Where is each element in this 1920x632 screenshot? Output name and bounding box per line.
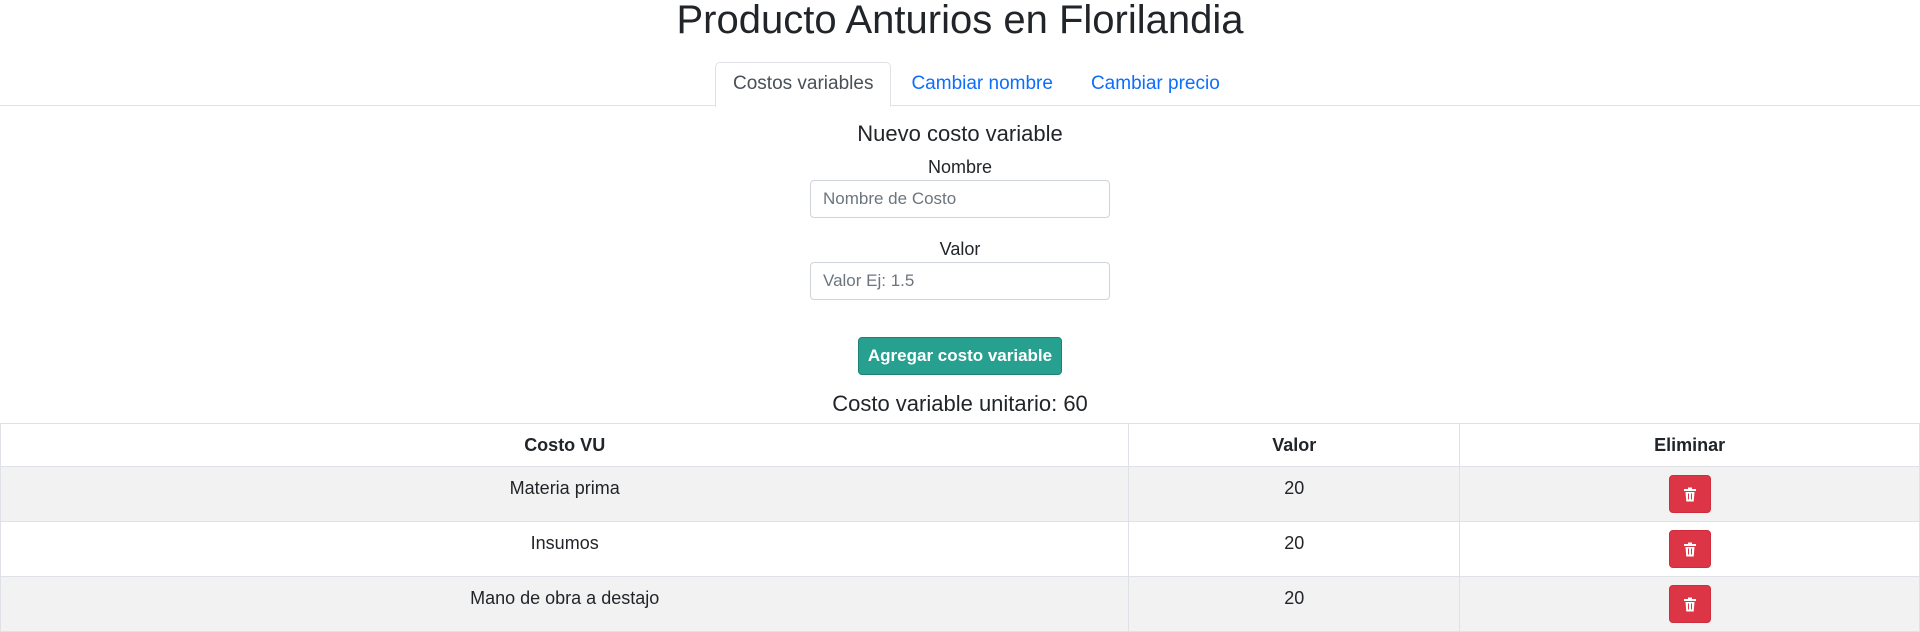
trash-icon [1683,542,1696,556]
tab-list: Costos variables Cambiar nombre Cambiar … [715,62,1240,107]
value-label: Valor [939,239,981,259]
cost-value-cell: 20 [1128,521,1461,577]
unit-cost-summary: Costo variable unitario: 60 [832,391,1088,416]
add-cost-button[interactable]: Agregar costo variable [858,337,1062,375]
name-input[interactable] [810,180,1110,218]
cost-name-cell: Materia prima [0,466,1130,522]
column-header-value: Valor [1128,423,1461,467]
table-row: Materia prima 20 [0,466,1920,522]
page-title: Producto Anturios en Florilandia [676,0,1244,42]
delete-cell [1459,466,1920,522]
delete-cell [1459,521,1920,577]
value-input[interactable] [810,262,1110,300]
delete-cell [1459,576,1920,632]
name-label: Nombre [927,157,993,177]
cost-value-cell: 20 [1128,466,1461,522]
costs-table: Costo VU Valor Eliminar Materia prima 20 [0,423,1920,632]
cost-name-cell: Mano de obra a destajo [0,576,1130,632]
column-header-cost: Costo VU [0,423,1130,467]
delete-button[interactable] [1668,585,1711,623]
tab-cambiar-nombre[interactable]: Cambiar nombre [893,62,1071,106]
table-row: Insumos 20 [0,521,1920,577]
table-row: Mano de obra a destajo 20 [0,576,1920,632]
delete-button[interactable] [1668,475,1711,513]
tabs-bar: Costos variables Cambiar nombre Cambiar … [0,62,1920,107]
table-header-row: Costo VU Valor Eliminar [0,423,1920,467]
trash-icon [1683,487,1696,501]
tab-costos-variables[interactable]: Costos variables [715,62,892,107]
new-cost-form: Nuevo costo variable Nombre Valor [0,117,1920,300]
cost-value-cell: 20 [1128,576,1461,632]
form-heading: Nuevo costo variable [857,121,1063,146]
cost-name-cell: Insumos [0,521,1130,577]
tab-cambiar-precio[interactable]: Cambiar precio [1073,62,1238,106]
column-header-delete: Eliminar [1459,423,1920,467]
delete-button[interactable] [1668,530,1711,568]
trash-icon [1683,597,1696,611]
